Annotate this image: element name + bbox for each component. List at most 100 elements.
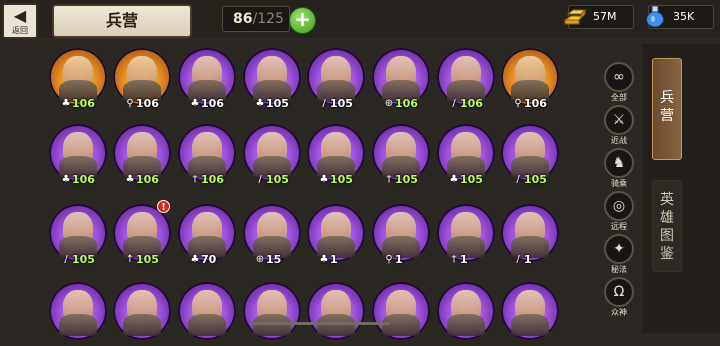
mana-value: 35K [673, 10, 695, 23]
unit-role-icon: ♣ [125, 174, 135, 185]
unit-role-icon [318, 332, 330, 344]
unit-card[interactable]: / 105 [240, 122, 304, 188]
unit-card[interactable]: ⚲ 106 [498, 46, 562, 112]
back-button[interactable]: ◀ 返回 [2, 3, 38, 39]
unit-card[interactable]: /1 [498, 202, 562, 268]
tab-barracks[interactable]: 兵营 [652, 58, 682, 160]
unit-portrait [372, 282, 430, 340]
ranged-icon: ◎ [604, 191, 634, 221]
unit-card[interactable] [46, 280, 110, 346]
unit-card[interactable] [110, 280, 174, 346]
unit-level: 105 [72, 253, 95, 266]
unit-card[interactable] [175, 280, 239, 346]
filter-4-button[interactable]: ◎ 远程 [600, 191, 638, 233]
unit-card[interactable]: ♣ 106 [46, 46, 110, 112]
unit-role-icon: ♣ [255, 98, 265, 109]
unit-card[interactable]: ♣ 106 [46, 122, 110, 188]
mounted-icon: ♞ [604, 148, 634, 178]
unit-level: 105 [266, 97, 289, 110]
filter-3-button[interactable]: ♞ 骑乘 [600, 148, 638, 190]
unit-level: 105 [395, 173, 418, 186]
unit-role-icon [124, 332, 136, 344]
unit-role-icon: / [258, 174, 262, 185]
unit-card[interactable]: ⊕ 15 [240, 202, 304, 268]
alert-badge-icon: ! [157, 200, 170, 213]
filter-5-button[interactable]: ✦ 秘法 [600, 234, 638, 276]
unit-level: 105 [266, 173, 289, 186]
unit-role-icon [448, 332, 460, 344]
filter-label: 众神 [611, 308, 627, 317]
unit-card[interactable] [434, 280, 498, 346]
unit-level: 1 [460, 253, 468, 266]
unit-level: 106 [524, 97, 547, 110]
unit-role-icon: † [451, 254, 457, 265]
unit-card[interactable] [304, 280, 368, 346]
unit-count-current: 86 [233, 11, 253, 27]
tab-hero-codex-label: 英雄图鉴 [660, 192, 674, 262]
unit-level: 106 [72, 173, 95, 186]
unit-role-icon: ♣ [61, 98, 71, 109]
unit-card[interactable]: ⊕ 106 [369, 46, 433, 112]
unit-card[interactable]: ⚲ 1 [369, 202, 433, 268]
unit-card[interactable]: ♣ 106 [110, 122, 174, 188]
unit-count: 86/125 [222, 6, 290, 32]
unit-level: 1 [330, 253, 338, 266]
filter-label: 骑乘 [611, 179, 627, 188]
unit-card[interactable]: ♣ 70 [175, 202, 239, 268]
unit-role-icon [383, 332, 395, 344]
unit-role-icon: ♣ [190, 98, 200, 109]
filter-label: 近战 [611, 136, 627, 145]
unit-level: 105 [330, 173, 353, 186]
add-capacity-button[interactable]: + [289, 7, 316, 34]
filter-6-button[interactable]: Ω 众神 [600, 277, 638, 319]
unit-role-icon: ♣ [61, 174, 71, 185]
unit-level: 1 [395, 253, 403, 266]
unit-role-icon: ♣ [319, 254, 329, 265]
unit-card[interactable]: ♣ 106 [175, 46, 239, 112]
unit-card[interactable] [369, 280, 433, 346]
filter-1-button[interactable]: ∞ 全部 [600, 62, 638, 104]
unit-card[interactable]: † 105 [369, 122, 433, 188]
mana-counter[interactable]: 35K [646, 5, 714, 29]
unit-card[interactable] [498, 280, 562, 346]
unit-level: 106 [136, 97, 159, 110]
unit-card[interactable]: / 105 [46, 202, 110, 268]
unit-level: 1 [524, 253, 532, 266]
unit-role-icon [60, 332, 72, 344]
unit-role-icon: ⚲ [514, 98, 522, 109]
unit-card[interactable]: / 106 [434, 46, 498, 112]
unit-portrait [49, 282, 107, 340]
unit-card[interactable]: / 105 [498, 122, 562, 188]
unit-role-icon: ♣ [319, 174, 329, 185]
unit-role-icon: / [322, 98, 326, 109]
tab-hero-codex[interactable]: 英雄图鉴 [652, 180, 682, 272]
filter-label: 全部 [611, 93, 627, 102]
unit-role-icon: ♣ [190, 254, 200, 265]
unit-card[interactable]: ⚲ 106 [110, 46, 174, 112]
unit-card[interactable]: ♣ 1 [304, 202, 368, 268]
unit-role-icon: ♣ [449, 174, 459, 185]
unit-level: 106 [201, 173, 224, 186]
unit-role-icon: ↑ [125, 254, 135, 265]
unit-card[interactable] [240, 280, 304, 346]
unit-role-icon: ⊕ [255, 254, 265, 265]
unit-card[interactable]: ♣ 105 [434, 122, 498, 188]
unit-portrait [178, 282, 236, 340]
gold-counter[interactable]: 57M [563, 5, 634, 29]
unit-grid: ♣ 106 ⚲ 106 ♣ 106 ♣ 105/105 ⊕ 106/106 ⚲ 106 ♣ 106 ♣ 106… [46, 42, 572, 340]
unit-card[interactable]: † 1 [434, 202, 498, 268]
unit-card[interactable]: / 105 [304, 46, 368, 112]
grid-scrollbar[interactable] [250, 322, 390, 325]
unit-level: 15 [266, 253, 282, 266]
unit-level: 105 [524, 173, 547, 186]
unit-level: 106 [201, 97, 224, 110]
unit-card[interactable]: ♣ 105 [240, 46, 304, 112]
unit-card[interactable]: ♣ 105 [304, 122, 368, 188]
unit-role-icon: / [64, 254, 68, 265]
filter-2-button[interactable]: ⚔ 近战 [600, 105, 638, 147]
unit-card[interactable]: ↑ 105! [110, 200, 174, 268]
gods-icon: Ω [604, 277, 634, 307]
unit-role-icon: † [386, 174, 392, 185]
unit-role-icon: † [192, 174, 198, 185]
unit-card[interactable]: † 106 [175, 122, 239, 188]
